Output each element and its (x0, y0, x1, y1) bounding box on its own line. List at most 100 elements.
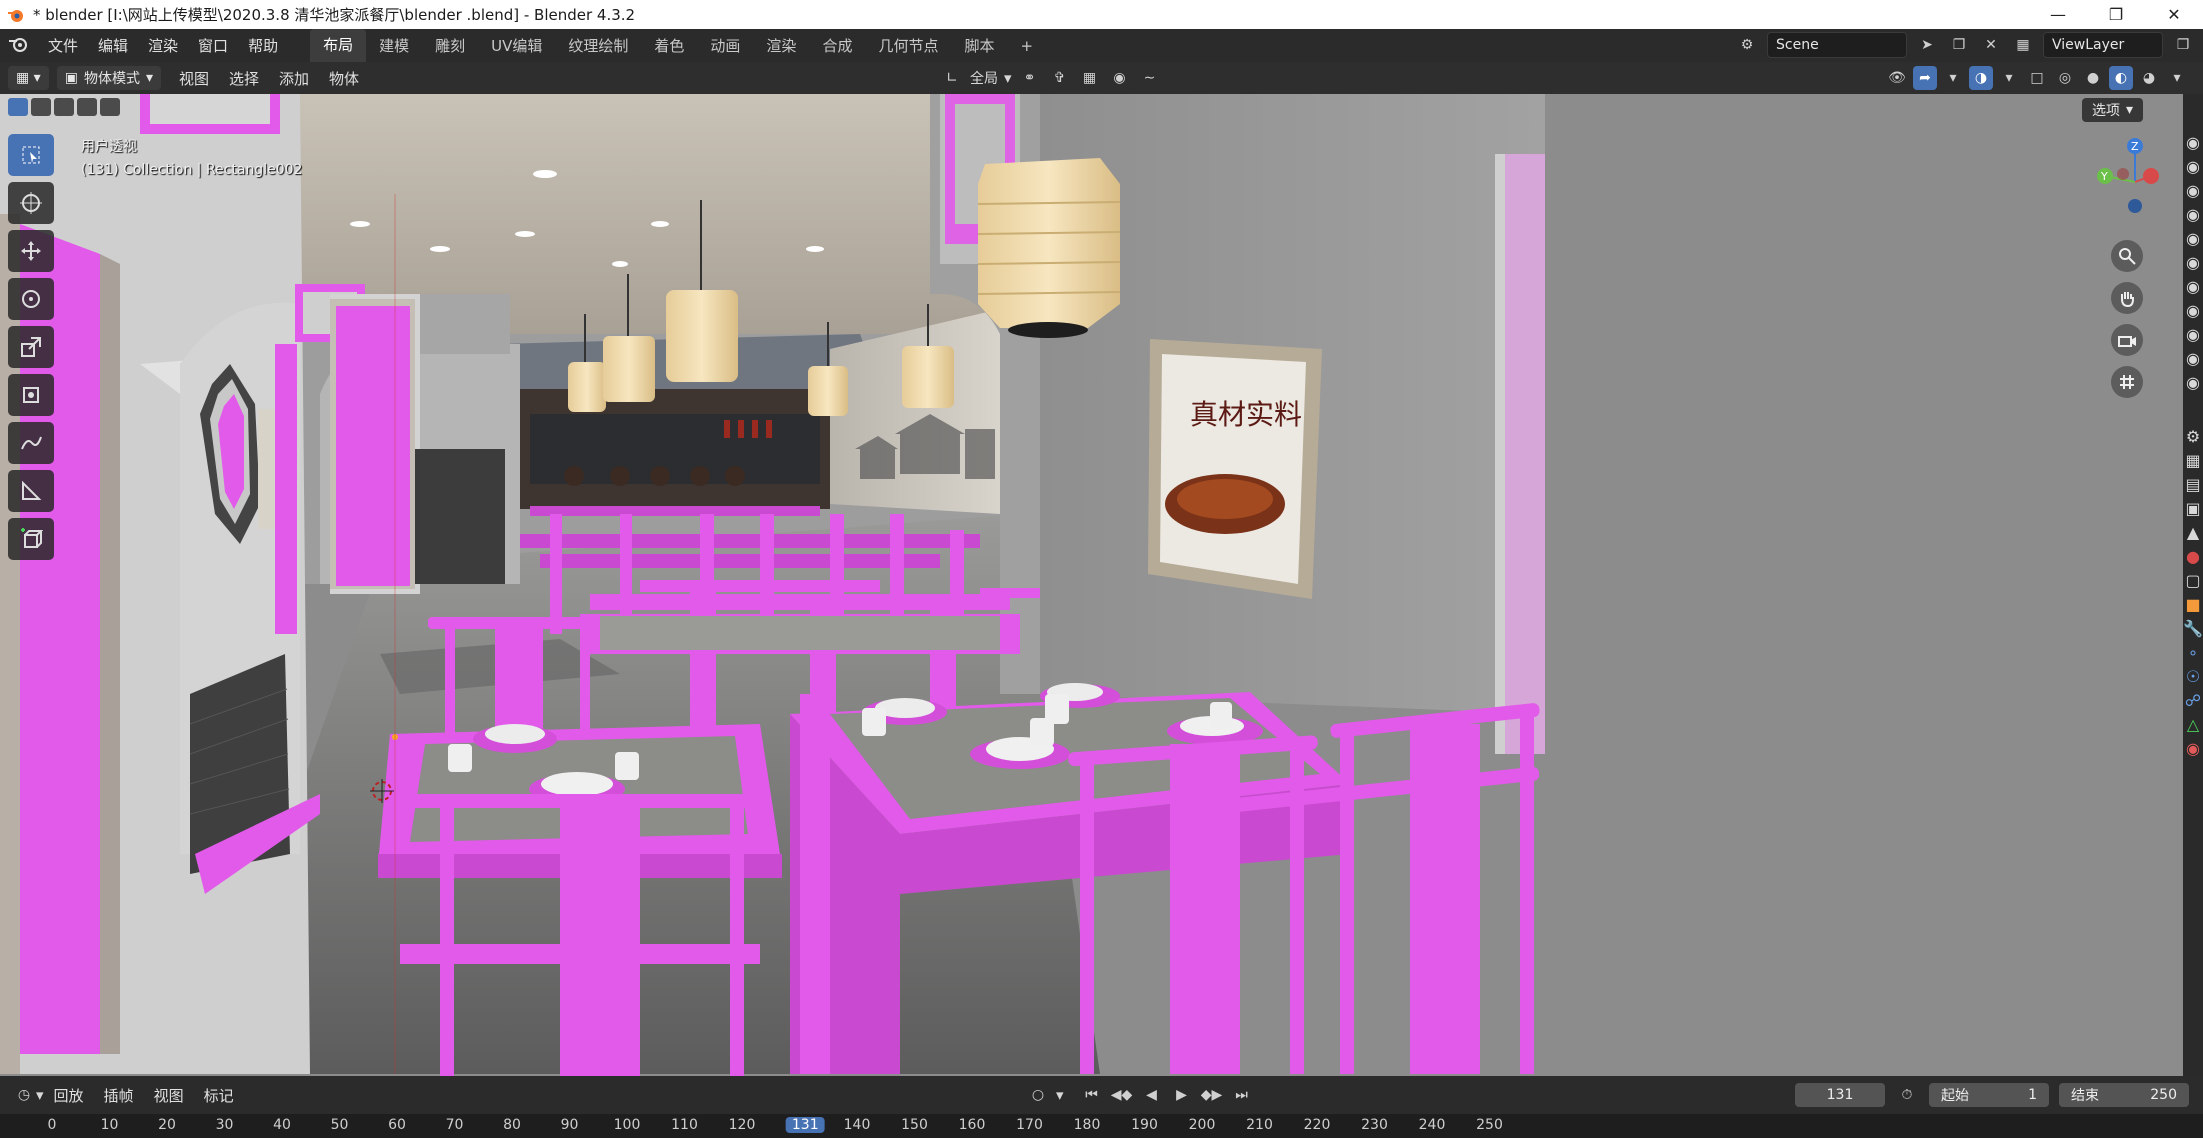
world-properties-icon[interactable]: ● (2183, 544, 2203, 568)
viewlayer-field[interactable]: ViewLayer (2043, 32, 2163, 58)
start-frame-field[interactable]: 起始 1 (1929, 1083, 2049, 1107)
modifier-properties-icon[interactable]: 🔧 (2183, 616, 2203, 640)
workspace-tab[interactable]: 建模 (366, 30, 422, 61)
chevron-down-icon[interactable]: ▾ (2165, 66, 2189, 90)
camera-icon[interactable]: ◉ (2183, 250, 2203, 274)
solid-shading-icon[interactable]: ● (2081, 66, 2105, 90)
prev-keyframe-icon[interactable]: ◀◆ (1110, 1083, 1134, 1107)
options-dropdown[interactable]: 选项 ▾ (2081, 98, 2143, 122)
select-new-icon[interactable] (8, 98, 28, 116)
editor-type-button[interactable]: ▦ ▾ (8, 66, 49, 90)
data-properties-icon[interactable]: △ (2183, 712, 2203, 736)
zoom-icon[interactable] (2111, 240, 2143, 272)
current-frame-field[interactable]: 131 (1795, 1083, 1885, 1107)
add-cube-tool-icon[interactable] (8, 518, 54, 560)
chevron-down-icon[interactable]: ▾ (1056, 1086, 1064, 1104)
menu-item[interactable]: 帮助 (238, 35, 288, 56)
snap-icon[interactable]: ✞ (1048, 66, 1072, 90)
viewport-menu-item[interactable]: 物体 (319, 68, 369, 89)
maximize-button[interactable]: ❐ (2087, 0, 2145, 29)
menu-item[interactable]: 文件 (38, 35, 88, 56)
select-invert-icon[interactable] (77, 98, 97, 116)
end-frame-field[interactable]: 结束 250 (2059, 1083, 2189, 1107)
camera-view-icon[interactable] (2111, 324, 2143, 356)
timeline-menu-item[interactable]: 视图 (144, 1085, 194, 1106)
workspace-tab[interactable]: 脚本 (951, 30, 1007, 61)
pivot-icon[interactable]: ⚭ (1018, 66, 1042, 90)
menu-item[interactable]: 渲染 (138, 35, 188, 56)
camera-icon[interactable]: ◉ (2183, 346, 2203, 370)
particles-icon[interactable]: ∘ (2183, 640, 2203, 664)
workspace-tab[interactable]: 雕刻 (422, 30, 478, 61)
scene-field[interactable]: Scene (1767, 32, 1907, 58)
new-viewlayer-icon[interactable]: ❐ (2171, 33, 2195, 57)
camera-icon[interactable]: ◉ (2183, 226, 2203, 250)
stopwatch-icon[interactable]: ⏱ (1895, 1083, 1919, 1107)
workspace-tab[interactable]: 合成 (809, 30, 865, 61)
measure-tool-icon[interactable] (8, 470, 54, 512)
material-shading-icon[interactable]: ◐ (2109, 66, 2133, 90)
workspace-tab[interactable]: UV编辑 (478, 30, 555, 61)
camera-icon[interactable]: ◉ (2183, 274, 2203, 298)
select-extend-icon[interactable] (31, 98, 51, 116)
play-reverse-icon[interactable]: ◀ (1140, 1083, 1164, 1107)
gizmo-icon[interactable]: ➦ (1913, 66, 1937, 90)
scene-properties-icon[interactable]: ▲ (2183, 520, 2203, 544)
tool-properties-icon[interactable]: ⚙ (2183, 424, 2203, 448)
cursor-tool-icon[interactable] (8, 182, 54, 224)
add-workspace-button[interactable]: + (1007, 32, 1046, 60)
proportional-edit-icon[interactable]: ◉ (1108, 66, 1132, 90)
scale-tool-icon[interactable] (8, 326, 54, 368)
workspace-tab[interactable]: 动画 (697, 30, 753, 61)
timeline-ruler[interactable]: 0 10 20 30 40 50 60 70 80 90 100 110 120 131 140 150 160… (0, 1114, 2203, 1138)
minimize-button[interactable]: — (2029, 0, 2087, 29)
blender-menu-icon[interactable] (8, 35, 38, 57)
overlay-icon[interactable]: ◑ (1969, 66, 1993, 90)
annotate-tool-icon[interactable] (8, 422, 54, 464)
visibility-icon[interactable]: 👁 (1885, 66, 1909, 90)
constraints-icon[interactable]: ☍ (2183, 688, 2203, 712)
select-box-tool-icon[interactable] (8, 134, 54, 176)
viewport-menu-item[interactable]: 添加 (269, 68, 319, 89)
snap-target-icon[interactable]: ▦ (1078, 66, 1102, 90)
menu-item[interactable]: 窗口 (188, 35, 238, 56)
timeline-menu-item[interactable]: 插帧 (94, 1085, 144, 1106)
rotate-tool-icon[interactable] (8, 278, 54, 320)
material-properties-icon[interactable]: ◉ (2183, 736, 2203, 760)
ortho-grid-icon[interactable] (2111, 366, 2143, 398)
mode-dropdown[interactable]: ▣ 物体模式 ▾ (56, 66, 161, 90)
play-icon[interactable]: ▶ (1170, 1083, 1194, 1107)
record-icon[interactable]: ○ (1026, 1083, 1050, 1107)
select-intersect-icon[interactable] (100, 98, 120, 116)
chevron-down-icon[interactable]: ▾ (36, 1086, 44, 1104)
view-layer-icon[interactable]: ▣ (2183, 496, 2203, 520)
move-tool-icon[interactable] (8, 230, 54, 272)
new-scene-icon[interactable]: ❐ (1947, 33, 1971, 57)
camera-icon[interactable]: ◉ (2183, 370, 2203, 394)
object-properties-icon[interactable]: ■ (2183, 592, 2203, 616)
remove-scene-icon[interactable]: ✕ (1979, 33, 2003, 57)
xray-icon[interactable]: □ (2025, 66, 2049, 90)
workspace-tab[interactable]: 纹理绘制 (555, 30, 641, 61)
timeline-editor-icon[interactable]: ◷ (12, 1083, 36, 1107)
render-properties-icon[interactable]: ▦ (2183, 448, 2203, 472)
timeline-menu-item[interactable]: 标记 (194, 1085, 244, 1106)
camera-icon[interactable]: ◉ (2183, 202, 2203, 226)
workspace-tab[interactable]: 着色 (641, 30, 697, 61)
physics-icon[interactable]: ☉ (2183, 664, 2203, 688)
viewport-menu-item[interactable]: 选择 (219, 68, 269, 89)
workspace-tab[interactable]: 渲染 (753, 30, 809, 61)
camera-icon[interactable]: ◉ (2183, 154, 2203, 178)
viewport-menu-item[interactable]: 视图 (169, 68, 219, 89)
chevron-down-icon[interactable]: ▾ (1941, 66, 1965, 90)
camera-icon[interactable]: ◉ (2183, 130, 2203, 154)
falloff-icon[interactable]: ∼ (1138, 66, 1162, 90)
pan-hand-icon[interactable] (2111, 282, 2143, 314)
rendered-shading-icon[interactable]: ◕ (2137, 66, 2161, 90)
collection-properties-icon[interactable]: ▢ (2183, 568, 2203, 592)
3d-viewport[interactable]: 真材实料 用户透视 (131) Collection | Rectangle00… (0, 94, 2183, 1076)
close-button[interactable]: ✕ (2145, 0, 2203, 29)
camera-icon[interactable]: ◉ (2183, 298, 2203, 322)
jump-start-icon[interactable]: ⏮ (1080, 1083, 1104, 1107)
next-keyframe-icon[interactable]: ◆▶ (1200, 1083, 1224, 1107)
